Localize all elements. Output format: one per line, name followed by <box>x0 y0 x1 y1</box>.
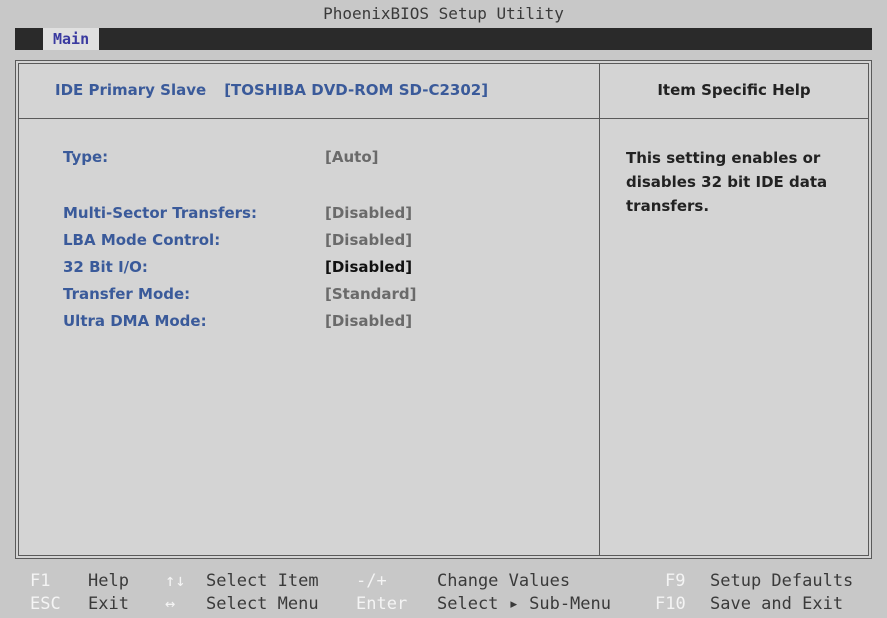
setting-value[interactable]: [Disabled] <box>325 204 412 222</box>
key-f1: F1 <box>30 571 51 591</box>
setting-label: Ultra DMA Mode: <box>63 312 207 330</box>
key-f9-label: Setup Defaults <box>710 571 854 591</box>
tab-main[interactable]: Main <box>43 28 100 50</box>
title-bar: PhoenixBIOS Setup Utility <box>0 0 887 26</box>
key-f10-label: Save and Exit <box>710 594 844 614</box>
left-right-arrows-icon: ↔ <box>165 594 176 614</box>
setting-value[interactable]: [Standard] <box>325 285 416 303</box>
setting-label: Multi-Sector Transfers: <box>63 204 257 222</box>
help-description: This setting enables or disables 32 bit … <box>626 149 828 215</box>
key-enter: Enter <box>356 594 408 614</box>
submenu-title: IDE Primary Slave <box>55 81 207 99</box>
app-title: PhoenixBIOS Setup Utility <box>323 4 564 23</box>
key-plus-minus: -/+ <box>356 571 387 591</box>
setting-label: LBA Mode Control: <box>63 231 221 249</box>
key-plus-minus-label: Change Values <box>437 571 571 591</box>
setting-value[interactable]: [Disabled] <box>325 312 412 330</box>
setting-value-selected[interactable]: [Disabled] <box>325 258 412 276</box>
menu-bar: Main <box>15 28 872 50</box>
key-esc-label: Exit <box>88 594 129 614</box>
setting-label: Type: <box>63 148 109 166</box>
setting-label: 32 Bit I/O: <box>63 258 148 276</box>
key-f10: F10 <box>655 594 686 614</box>
panel-divider-vertical <box>599 64 600 555</box>
key-enter-label: Select ▸ Sub-Menu <box>437 594 611 614</box>
setting-value[interactable]: [Auto] <box>325 148 378 166</box>
key-arrows-label: Select Item <box>206 571 319 591</box>
up-down-arrows-icon: ↑↓ <box>165 571 186 591</box>
device-name: [TOSHIBA DVD-ROM SD-C2302] <box>224 81 489 99</box>
main-panel: IDE Primary Slave [TOSHIBA DVD-ROM SD-C23… <box>15 60 872 559</box>
key-leftright-label: Select Menu <box>206 594 319 614</box>
key-f1-label: Help <box>88 571 129 591</box>
submenu-header: IDE Primary Slave [TOSHIBA DVD-ROM SD-C23… <box>55 81 488 99</box>
key-esc: ESC <box>30 594 61 614</box>
key-legend: F1 Help ↑↓ Select Item -/+ Change Values… <box>0 565 887 618</box>
setting-label: Transfer Mode: <box>63 285 191 303</box>
panel-frame: IDE Primary Slave [TOSHIBA DVD-ROM SD-C23… <box>18 63 869 556</box>
panel-divider-horizontal <box>19 118 868 119</box>
key-f9: F9 <box>665 571 686 591</box>
setting-value[interactable]: [Disabled] <box>325 231 412 249</box>
help-title: Item Specific Help <box>657 81 811 99</box>
